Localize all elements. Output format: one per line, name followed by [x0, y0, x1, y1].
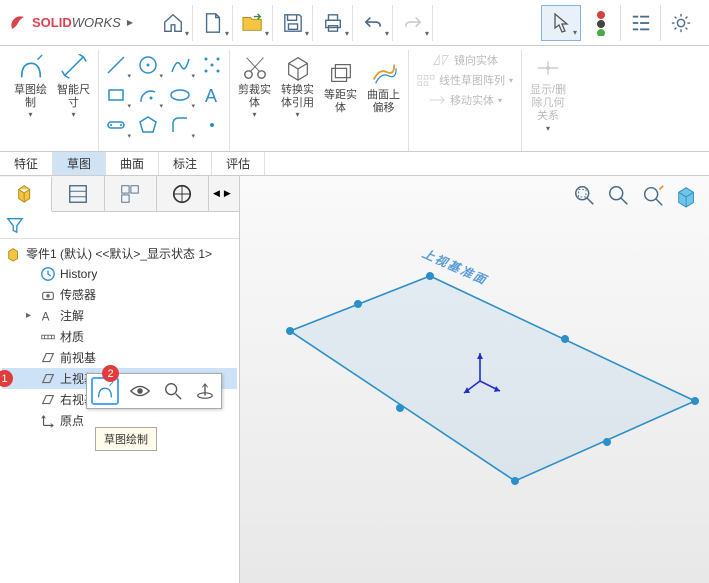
points-tool[interactable] — [199, 52, 225, 78]
ctx-show-icon[interactable] — [127, 381, 153, 401]
point-tool[interactable] — [199, 112, 225, 138]
ellipse-tool[interactable]: ▾ — [167, 82, 193, 108]
save-button[interactable]: ▾ — [273, 5, 313, 41]
solidworks-logo-icon — [8, 13, 28, 33]
panel-tab-property[interactable] — [52, 176, 104, 211]
command-tabs: 特征 草图 曲面 标注 评估 — [0, 152, 709, 176]
rectangle-tool[interactable]: ▾ — [103, 82, 129, 108]
text-tool[interactable]: A — [199, 82, 225, 108]
panel-nav-left[interactable]: ◀ — [211, 186, 222, 201]
panel-tab-dimxpert[interactable] — [157, 176, 209, 211]
draw-grid-group: ▾ ▾ ▾ ▾ ▾ ▾ A ▾ ▾ — [99, 50, 230, 151]
rebuild-button[interactable] — [581, 5, 621, 41]
tree-root[interactable]: 零件1 (默认) <<默认>_显示状态 1> — [2, 243, 237, 264]
top-plane-preview — [240, 176, 709, 583]
tab-surfaces[interactable]: 曲面 — [106, 152, 159, 175]
pattern-group: 镜向实体 线性草图阵列▾ 移动实体▾ — [409, 50, 522, 151]
polygon-tool[interactable] — [135, 112, 161, 138]
line-tool[interactable]: ▾ — [103, 52, 129, 78]
tree-annotations[interactable]: ▸ A 注解 — [2, 305, 237, 326]
title-bar: SOLIDWORKS ▶ ▾ ▾ ▾ ▾ ▾ ▾ ▾ ▾ — [0, 0, 709, 46]
callout-1: 1 — [0, 370, 13, 387]
arc-tool[interactable]: ▾ — [135, 82, 161, 108]
ribbon: 草图绘 制▾ 智能尺 寸▾ ▾ ▾ ▾ ▾ ▾ ▾ A ▾ ▾ — [0, 46, 709, 152]
undo-button[interactable]: ▾ — [353, 5, 393, 41]
tree-material[interactable]: 材质 — [2, 326, 237, 347]
smart-dimension-button[interactable]: 智能尺 寸▾ — [53, 50, 94, 122]
circle-tool[interactable]: ▾ — [135, 52, 161, 78]
tab-annotations[interactable]: 标注 — [159, 152, 212, 175]
app-name: SOLIDWORKS — [32, 15, 121, 30]
graphics-area[interactable]: 上视基准面 — [240, 176, 709, 583]
open-button[interactable]: ▾ — [233, 5, 273, 41]
surface-offset-button[interactable]: 曲面上 偏移 — [363, 55, 404, 117]
tab-features[interactable]: 特征 — [0, 152, 53, 175]
context-toolbar: 2 — [86, 373, 222, 409]
app-logo: SOLIDWORKS ▶ — [8, 13, 133, 33]
tab-sketch[interactable]: 草图 — [53, 152, 106, 175]
trim-button[interactable]: 剪裁实 体▾ — [234, 50, 275, 122]
panel-tab-config[interactable] — [105, 176, 157, 211]
tab-evaluate[interactable]: 评估 — [212, 152, 265, 175]
ctx-zoom-icon[interactable] — [161, 379, 185, 403]
modify-group: 剪裁实 体▾ 转换实 体引用▾ 等距实 体 曲面上 偏移 — [230, 50, 409, 151]
offset-button[interactable]: 等距实 体 — [320, 55, 361, 117]
sketch-button[interactable]: 草图绘 制▾ — [10, 50, 51, 122]
panel-tab-featuremanager[interactable] — [0, 177, 52, 212]
feature-tree: 零件1 (默认) <<默认>_显示状态 1> History 传感器 ▸ A 注… — [0, 239, 239, 583]
spline-tool[interactable]: ▾ — [167, 52, 193, 78]
mirror-cmd: 镜向实体 — [428, 50, 502, 70]
panel-tab-strip: ◀ ▶ — [0, 176, 239, 212]
panel-nav-right[interactable]: ▶ — [222, 186, 233, 201]
move-cmd: 移动实体▾ — [424, 90, 506, 110]
tooltip: 草图绘制 — [95, 427, 157, 451]
svg-text:A: A — [205, 86, 217, 106]
convert-button[interactable]: 转换实 体引用▾ — [277, 50, 318, 122]
options-button[interactable] — [621, 5, 661, 41]
fillet-tool[interactable]: ▾ — [167, 112, 193, 138]
settings-button[interactable] — [661, 5, 701, 41]
slot-tool[interactable]: ▾ — [103, 112, 129, 138]
ctx-normal-to-icon[interactable] — [193, 379, 217, 403]
print-button[interactable]: ▾ — [313, 5, 353, 41]
callout-2: 2 — [102, 365, 119, 382]
home-button[interactable]: ▾ — [153, 5, 193, 41]
new-button[interactable]: ▾ — [193, 5, 233, 41]
tree-front-plane[interactable]: 前视基 — [2, 347, 237, 368]
svg-text:A: A — [42, 311, 50, 323]
chevron-down-icon[interactable]: ▶ — [127, 18, 133, 27]
display-relations-button: 显示/删 除几何 关系▾ — [526, 50, 570, 135]
tree-sensors[interactable]: 传感器 — [2, 284, 237, 305]
filter-bar — [0, 212, 239, 239]
ctx-sketch-icon[interactable] — [91, 377, 119, 405]
cursor-button[interactable]: ▾ — [541, 5, 581, 41]
tree-history[interactable]: History — [2, 264, 237, 284]
sketch-group: 草图绘 制▾ 智能尺 寸▾ — [6, 50, 99, 151]
filter-icon[interactable] — [6, 216, 24, 234]
relations-group: 显示/删 除几何 关系▾ — [522, 50, 574, 151]
redo-button[interactable]: ▾ — [393, 5, 433, 41]
linear-pattern-cmd: 线性草图阵列▾ — [413, 70, 517, 90]
